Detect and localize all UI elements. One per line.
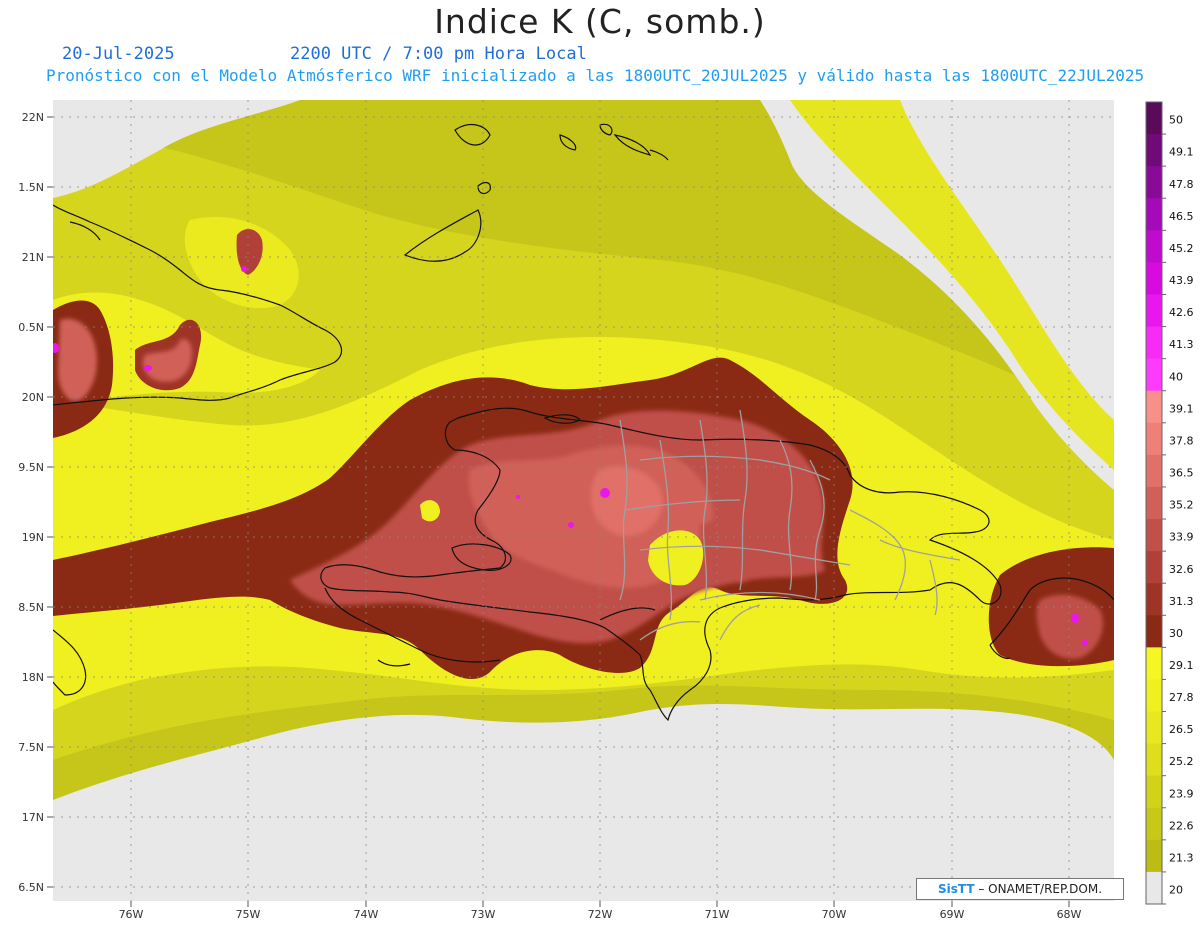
colorbar: 50 49.1 47.8 46.5 45.2 43.9 42.6 41.3 40 39.1 37.8… (1145, 101, 1194, 905)
colorbar-swatch (1146, 486, 1162, 520)
lat-label: 18N (22, 671, 44, 684)
colorbar-label: 37.8 (1169, 434, 1194, 447)
lon-label: 72W (588, 908, 613, 921)
colorbar-label: 46.5 (1169, 210, 1194, 223)
colorbar-swatch (1146, 102, 1162, 135)
lat-label: 6.5N (18, 881, 44, 894)
lon-label: 75W (236, 908, 261, 921)
colorbar-swatch (1146, 422, 1162, 456)
colorbar-swatch (1146, 230, 1162, 263)
lat-label: 17N (22, 811, 44, 824)
credit-text: – ONAMET/REP.DOM. (978, 882, 1103, 896)
colorbar-label: 31.3 (1169, 595, 1194, 608)
colorbar-swatch (1146, 390, 1162, 424)
colorbar-swatch (1146, 679, 1162, 713)
colorbar-swatch (1146, 198, 1162, 231)
colorbar-swatch (1146, 166, 1162, 199)
map-plot-area (53, 100, 1114, 901)
k-index-map: 22N 1.5N 21N 0.5N 20N 9.5N 19N 8.5N 18N … (18, 100, 1194, 921)
colorbar-label: 41.3 (1169, 338, 1194, 351)
lon-label: 71W (705, 908, 730, 921)
colorbar-label: 40 (1169, 370, 1183, 383)
colorbar-swatch (1146, 839, 1162, 873)
lat-label: 21N (22, 251, 44, 264)
colorbar-label: 45.2 (1169, 242, 1194, 255)
colorbar-swatch (1146, 807, 1162, 841)
colorbar-swatch (1146, 615, 1162, 648)
colorbar-swatch (1146, 454, 1162, 488)
colorbar-swatch (1146, 647, 1162, 680)
lat-label: 20N (22, 391, 44, 404)
lat-label: 1.5N (18, 181, 44, 194)
colorbar-label: 25.2 (1169, 755, 1194, 768)
colorbar-label: 23.9 (1169, 787, 1194, 800)
colorbar-swatch (1146, 871, 1162, 905)
colorbar-label: 36.5 (1169, 467, 1194, 480)
colorbar-swatch (1146, 262, 1162, 295)
colorbar-swatch (1146, 775, 1162, 809)
colorbar-swatch (1146, 743, 1162, 777)
lat-label: 7.5N (18, 741, 44, 754)
lat-label: 19N (22, 531, 44, 544)
field-yellow-patch-2 (420, 500, 440, 522)
colorbar-swatch (1146, 711, 1162, 745)
colorbar-label: 39.1 (1169, 402, 1194, 415)
colorbar-label: 33.9 (1169, 531, 1194, 544)
lon-label: 74W (354, 908, 379, 921)
lon-label: 68W (1057, 908, 1082, 921)
colorbar-swatch (1146, 358, 1162, 392)
lon-label: 76W (119, 908, 144, 921)
colorbar-label: 43.9 (1169, 274, 1194, 287)
colorbar-label: 49.1 (1169, 146, 1194, 159)
colorbar-label: 26.5 (1169, 723, 1194, 736)
colorbar-swatch (1146, 519, 1162, 552)
colorbar-label: 50 (1169, 114, 1183, 127)
colorbar-label: 32.6 (1169, 563, 1194, 576)
colorbar-label: 22.6 (1169, 819, 1194, 832)
colorbar-swatch (1146, 583, 1162, 616)
colorbar-label: 42.6 (1169, 306, 1194, 319)
lon-labels: 76W 75W 74W 73W 72W 71W 70W 69W 68W (119, 908, 1082, 921)
lat-label: 9.5N (18, 461, 44, 474)
lat-label: 22N (22, 111, 44, 124)
lon-label: 69W (940, 908, 965, 921)
lat-label: 8.5N (18, 601, 44, 614)
credit-box: SisTT – ONAMET/REP.DOM. (916, 878, 1124, 900)
lat-label: 0.5N (18, 321, 44, 334)
lon-label: 73W (471, 908, 496, 921)
colorbar-label: 20 (1169, 884, 1183, 897)
colorbar-label: 27.8 (1169, 691, 1194, 704)
colorbar-swatch (1146, 294, 1162, 328)
colorbar-label: 35.2 (1169, 499, 1194, 512)
colorbar-swatch (1146, 326, 1162, 360)
colorbar-label: 30 (1169, 627, 1183, 640)
credit-brand: SisTT (937, 882, 975, 896)
colorbar-label: 47.8 (1169, 178, 1194, 191)
colorbar-label: 29.1 (1169, 659, 1194, 672)
lat-labels: 22N 1.5N 21N 0.5N 20N 9.5N 19N 8.5N 18N … (18, 111, 44, 894)
lon-label: 70W (822, 908, 847, 921)
colorbar-swatch (1146, 551, 1162, 584)
colorbar-label: 21.3 (1169, 851, 1194, 864)
colorbar-swatch (1146, 134, 1162, 167)
